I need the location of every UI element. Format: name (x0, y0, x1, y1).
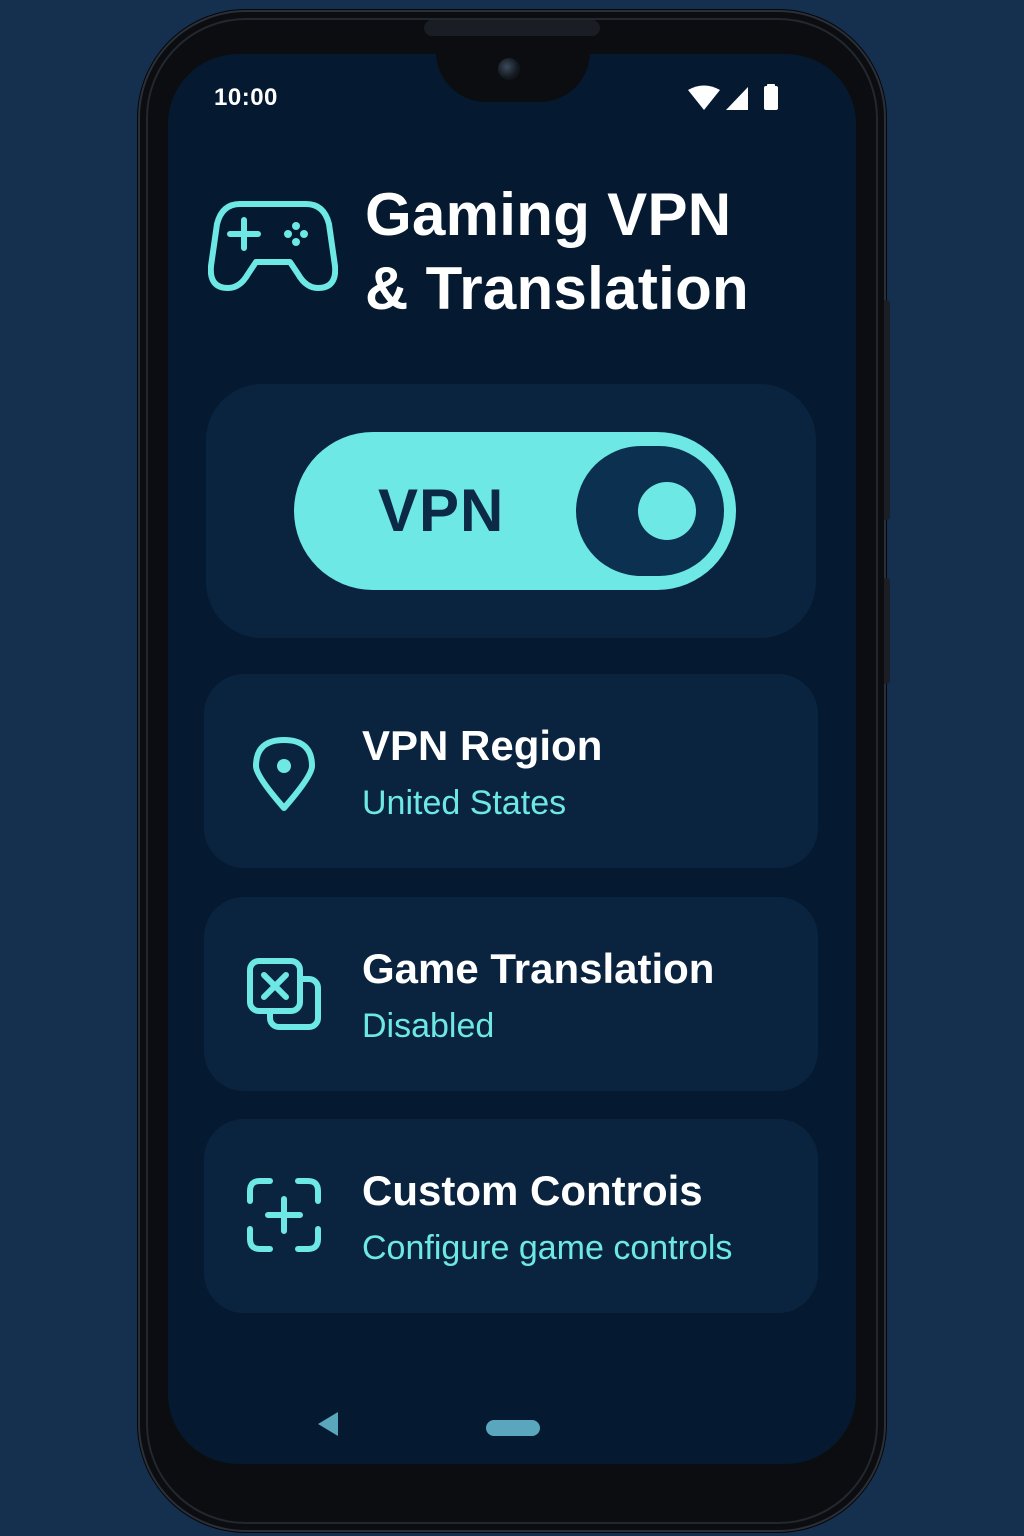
title-line-1: Gaming VPN (365, 181, 732, 248)
vpn-toggle-knob (576, 446, 724, 576)
cellular-signal-icon (726, 87, 748, 110)
game-translation-title: Game Translation (362, 945, 715, 992)
wifi-icon (688, 85, 720, 110)
game-translation-row[interactable]: Game Translation Disabled (204, 897, 818, 1091)
home-pill[interactable] (486, 1420, 540, 1436)
custom-controls-title: Custom Controis (362, 1167, 703, 1214)
location-pin-icon (253, 737, 315, 811)
game-translation-status: Disabled (362, 1007, 495, 1045)
vpn-region-value: United States (362, 784, 567, 822)
page-title: Gaming VPN & Translation (365, 178, 749, 326)
vpn-region-row[interactable]: VPN Region United States (204, 674, 818, 868)
custom-controls-subtitle: Configure game controls (362, 1229, 733, 1267)
app-screen: 10:00 Gaming VPN & Translation VPN VPN R… (168, 54, 856, 1464)
front-camera (498, 58, 520, 80)
back-icon[interactable] (316, 1410, 340, 1438)
battery-icon (764, 86, 778, 110)
gamepad-icon (208, 201, 338, 291)
translate-icon (247, 958, 321, 1030)
title-line-2: & Translation (365, 255, 749, 322)
earpiece-speaker (424, 20, 600, 36)
camera-notch (436, 54, 590, 102)
add-control-icon (247, 1178, 321, 1252)
custom-controls-row[interactable]: Custom Controis Configure game controls (204, 1119, 818, 1313)
vpn-card: VPN (206, 384, 816, 638)
power-button (884, 578, 890, 684)
vpn-toggle-indicator (638, 482, 696, 540)
vpn-toggle-label: VPN (378, 477, 505, 544)
vpn-toggle[interactable]: VPN (294, 432, 736, 590)
status-time: 10:00 (214, 84, 278, 111)
volume-button (884, 300, 890, 520)
status-icons (688, 84, 778, 110)
vpn-region-title: VPN Region (362, 722, 603, 769)
